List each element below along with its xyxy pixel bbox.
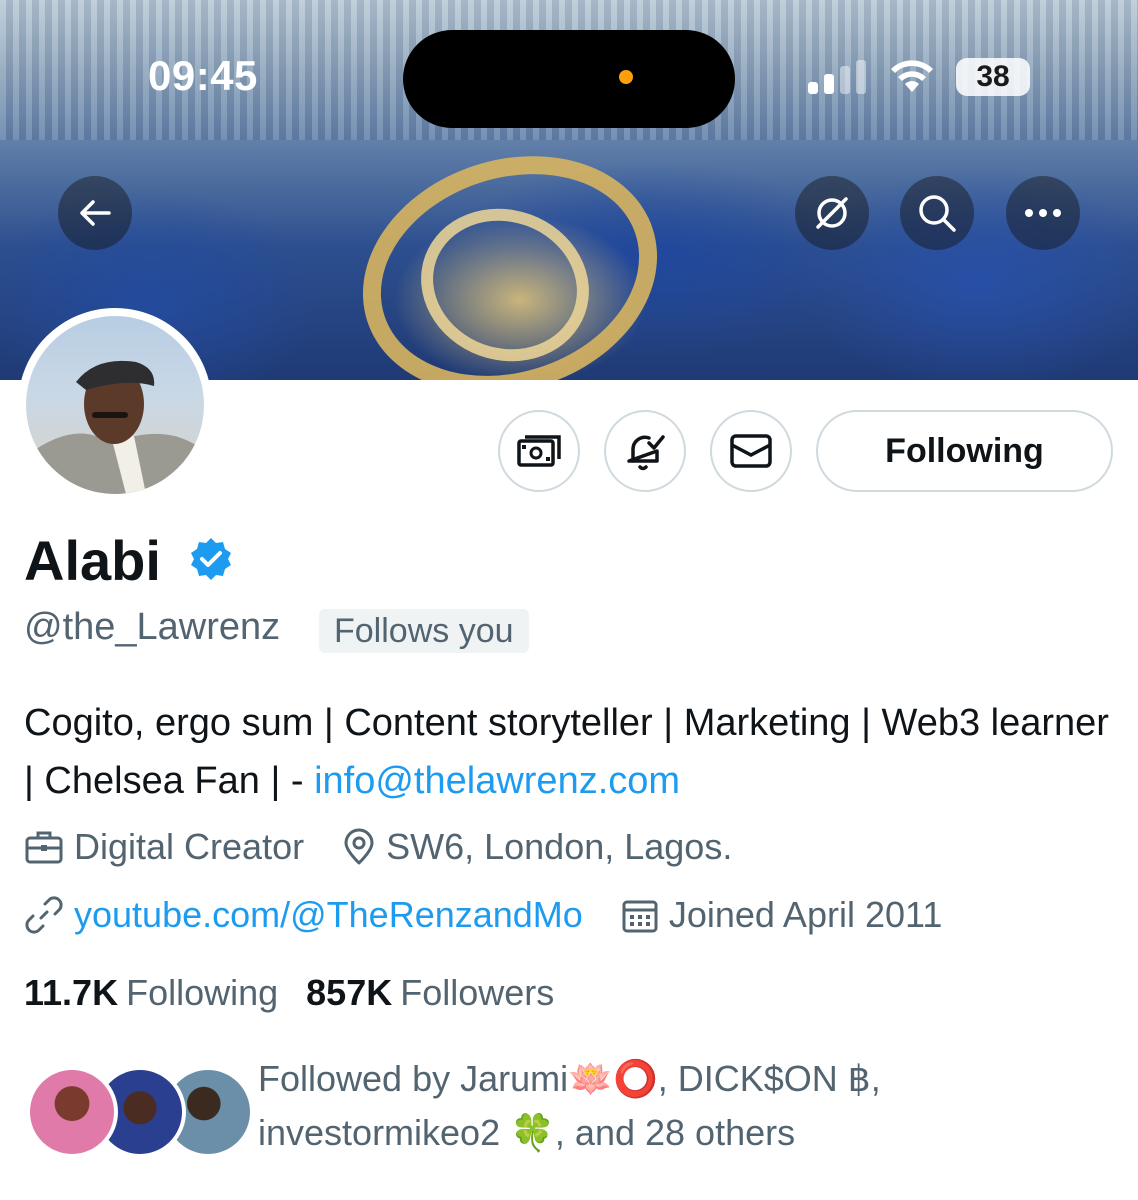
following-stat[interactable]: 11.7K Following — [24, 972, 278, 1014]
following-button[interactable]: Following — [816, 410, 1113, 492]
battery-icon: 38 — [956, 58, 1030, 96]
mail-icon — [730, 434, 772, 468]
avatar-photo — [26, 316, 204, 494]
profile-handle: @the_Lawrenz — [24, 606, 281, 648]
profile-category: Digital Creator — [24, 826, 304, 868]
profile-bio: Cogito, ergo sum | Content storyteller |… — [24, 694, 1114, 810]
verified-badge-icon[interactable] — [188, 536, 234, 582]
followers-stat[interactable]: 857K Followers — [306, 972, 554, 1014]
signal-icon — [808, 60, 866, 94]
notification-bell-icon — [627, 435, 665, 471]
search-button[interactable] — [900, 176, 974, 250]
follows-you-badge: Follows you — [319, 609, 529, 653]
followed-by-line: Followed by Jarumi🪷⭕️, DICK$ON ฿, — [258, 1058, 881, 1099]
tip-money-icon — [517, 435, 561, 467]
profile-name: Alabi — [24, 529, 161, 592]
followers-count: 857K — [306, 972, 393, 1013]
followers-label: Followers — [400, 972, 555, 1013]
notifications-button[interactable] — [604, 410, 686, 492]
calendar-icon — [622, 900, 658, 933]
grok-icon — [816, 197, 848, 229]
message-button[interactable] — [710, 410, 792, 492]
profile-meta-row: youtube.com/@TheRenzandMo Joined April 2… — [24, 894, 980, 936]
bio-email-link[interactable]: info@thelawrenz.com — [314, 760, 680, 802]
profile-stats: 11.7K Following 857K Followers — [24, 972, 582, 1014]
dynamic-island — [403, 30, 735, 128]
profile-meta-row: Digital Creator SW6, London, Lagos. — [24, 826, 770, 868]
back-arrow-icon — [80, 200, 111, 226]
wifi-icon — [891, 60, 933, 92]
following-label: Following — [126, 972, 279, 1013]
privacy-indicator-dot — [619, 70, 633, 84]
tip-button[interactable] — [498, 410, 580, 492]
followed-by-text[interactable]: Followed by Jarumi🪷⭕️, DICK$ON ฿, invest… — [258, 1052, 1128, 1160]
more-options-button[interactable] — [1006, 176, 1080, 250]
search-icon — [919, 195, 956, 232]
profile-joined: Joined April 2011 — [621, 894, 943, 936]
joined-text: Joined April 2011 — [668, 894, 943, 935]
following-count: 11.7K — [24, 972, 119, 1013]
link-icon — [25, 896, 63, 934]
status-bar-time: 09:45 — [148, 52, 258, 99]
grok-button[interactable] — [795, 176, 869, 250]
profile-website[interactable]: youtube.com/@TheRenzandMo — [24, 894, 583, 936]
website-link[interactable]: youtube.com/@TheRenzandMo — [74, 894, 583, 936]
back-button[interactable] — [58, 176, 132, 250]
more-icon — [1025, 209, 1061, 217]
category-text: Digital Creator — [74, 826, 305, 867]
location-text: SW6, London, Lagos. — [386, 826, 733, 867]
location-pin-icon — [344, 828, 374, 865]
briefcase-icon — [25, 831, 63, 864]
profile-avatar[interactable] — [18, 308, 212, 502]
profile-location: SW6, London, Lagos. — [342, 826, 732, 868]
mutual-follower-avatar — [26, 1066, 118, 1158]
followed-by-line: investormikeo2 🍀, and 28 others — [258, 1112, 796, 1153]
mutual-followers-avatars[interactable] — [26, 1066, 254, 1158]
